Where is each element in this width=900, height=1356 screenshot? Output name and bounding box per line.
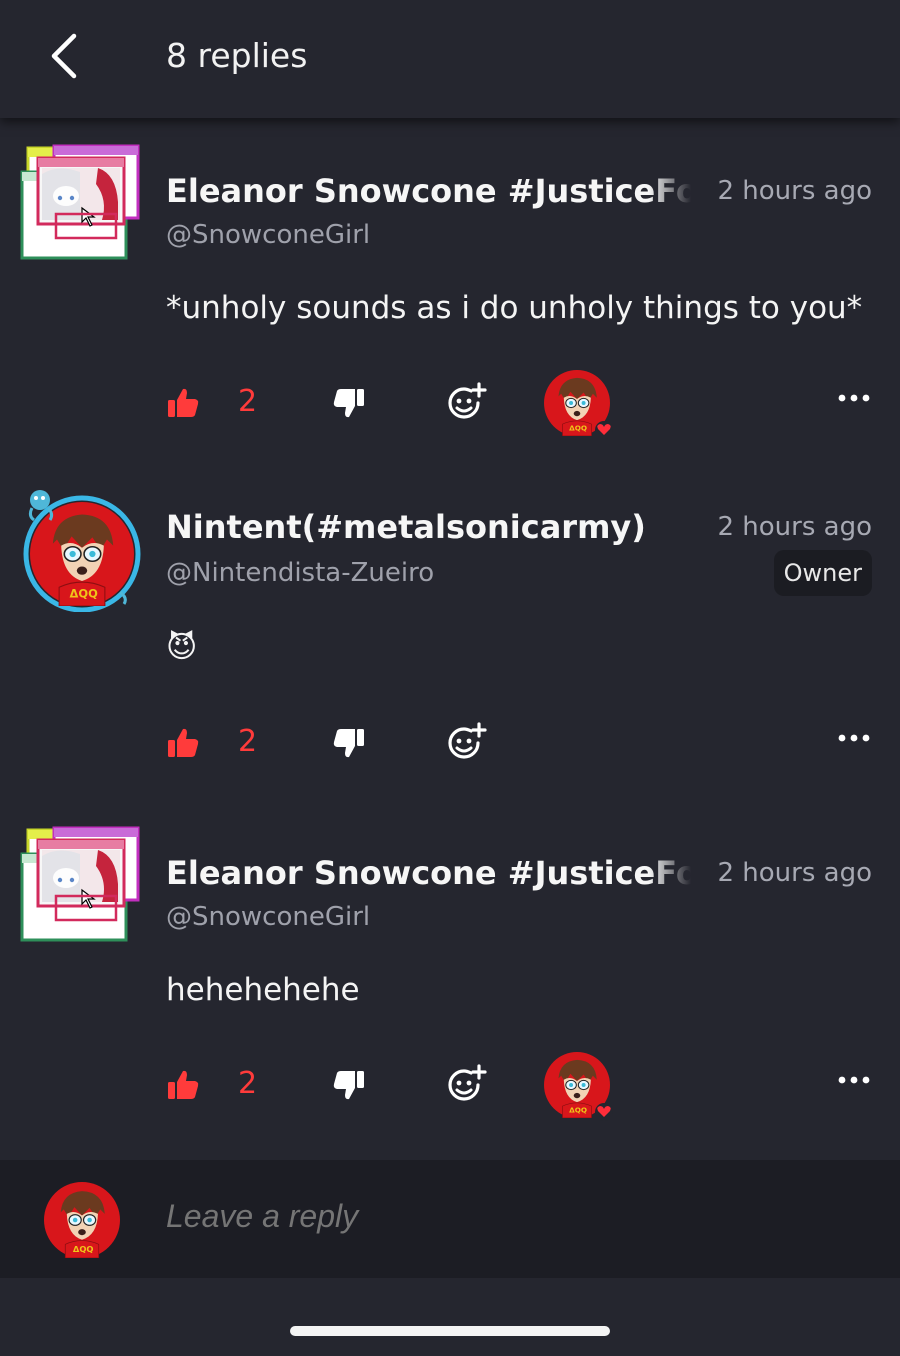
- reactor-avatar[interactable]: [544, 370, 613, 439]
- retro-windows-anime-avatar[interactable]: [20, 144, 142, 266]
- author-handle[interactable]: @Nintendista-Zueiro: [166, 558, 434, 588]
- thumbs-down-icon[interactable]: [332, 386, 366, 420]
- owner-badge: Owner: [773, 550, 872, 596]
- top-bar: 8 replies: [0, 0, 900, 118]
- author-name[interactable]: Eleanor Snowcone #JusticeForEleanor: [166, 172, 691, 210]
- reply-comment: Eleanor Snowcone #JusticeForEleanor 2 ho…: [0, 144, 900, 444]
- reply-bar: [0, 1160, 900, 1278]
- add-reaction-icon[interactable]: [445, 1064, 489, 1108]
- like-count: 2: [238, 1066, 258, 1101]
- chevron-left-icon[interactable]: [44, 30, 88, 82]
- add-reaction-icon[interactable]: [445, 382, 489, 426]
- thumbs-down-icon[interactable]: [332, 726, 366, 760]
- comment-text: *unholy sounds as i do unholy things to …: [166, 290, 863, 326]
- author-handle[interactable]: @SnowconeGirl: [166, 220, 370, 250]
- comment-actions: 2: [0, 370, 900, 440]
- timestamp: 2 hours ago: [717, 176, 872, 206]
- page-title: 8 replies: [166, 36, 308, 75]
- author-handle[interactable]: @SnowconeGirl: [166, 902, 370, 932]
- cartoon-boy-avatar[interactable]: [20, 490, 142, 612]
- like-count: 2: [238, 724, 258, 759]
- comment-actions: 2: [0, 1052, 900, 1122]
- thumbs-up-icon[interactable]: [166, 386, 200, 420]
- current-user-avatar: [44, 1182, 120, 1258]
- reactor-avatar[interactable]: [544, 1052, 613, 1121]
- thumbs-up-icon[interactable]: [166, 726, 200, 760]
- comment-actions: 2: [0, 710, 900, 780]
- thumbs-down-icon[interactable]: [332, 1068, 366, 1102]
- timestamp: 2 hours ago: [717, 512, 872, 542]
- add-reaction-icon[interactable]: [445, 722, 489, 766]
- author-name[interactable]: Nintent(#metalsonicarmy): [166, 508, 691, 546]
- reply-comment: Nintent(#metalsonicarmy) 2 hours ago @Ni…: [0, 484, 900, 784]
- reply-input[interactable]: [166, 1198, 846, 1235]
- like-count: 2: [238, 384, 258, 419]
- comment-emoji: 😈: [166, 630, 198, 665]
- more-options-icon[interactable]: [836, 730, 872, 746]
- more-options-icon[interactable]: [836, 1072, 872, 1088]
- reply-comment: Eleanor Snowcone #JusticeForEleanor 2 ho…: [0, 826, 900, 1126]
- author-name[interactable]: Eleanor Snowcone #JusticeForEleanor: [166, 854, 691, 892]
- thumbs-up-icon[interactable]: [166, 1068, 200, 1102]
- timestamp: 2 hours ago: [717, 858, 872, 888]
- octopus-decoration: [30, 490, 50, 510]
- home-indicator[interactable]: [290, 1326, 610, 1336]
- retro-windows-anime-avatar[interactable]: [20, 826, 142, 948]
- comment-text: hehehehehe: [166, 972, 360, 1008]
- more-options-icon[interactable]: [836, 390, 872, 406]
